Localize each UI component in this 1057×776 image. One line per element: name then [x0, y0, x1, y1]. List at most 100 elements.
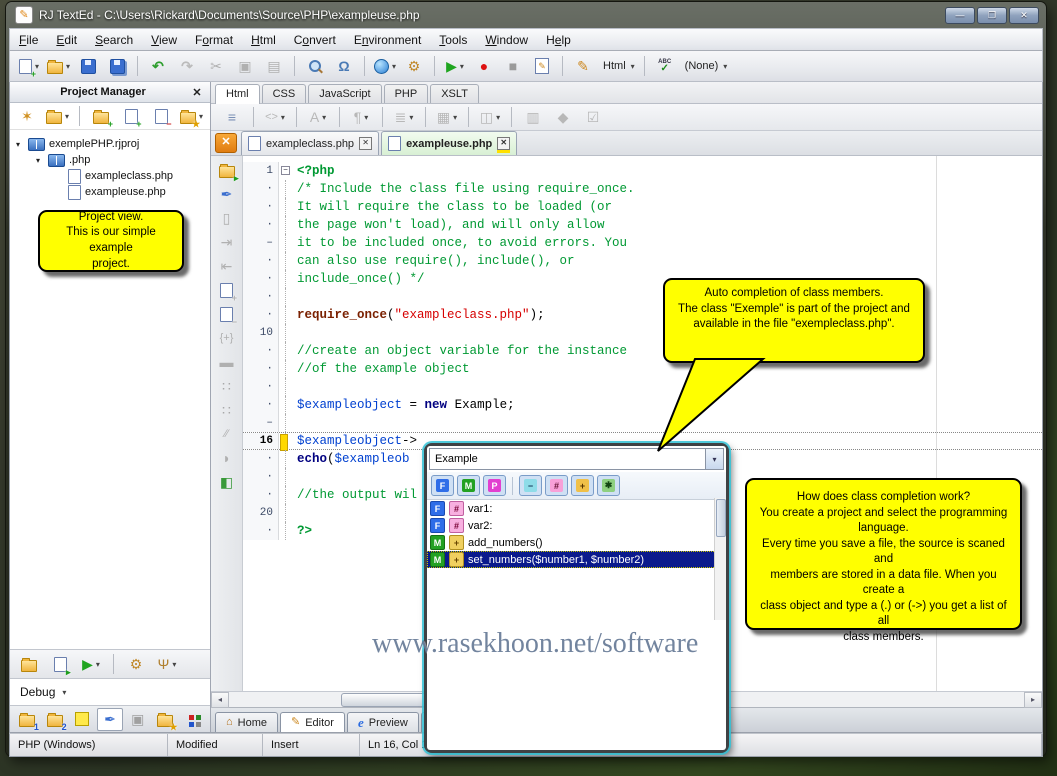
minimize-button[interactable]: —: [945, 6, 975, 24]
undo-button[interactable]: ↶: [145, 55, 171, 77]
fold-collapse-icon[interactable]: −: [281, 166, 290, 175]
close-document-button[interactable]: ✕: [215, 133, 237, 153]
maximize-button[interactable]: ❐: [977, 6, 1007, 24]
insert-table-button[interactable]: ◫ ▾: [477, 106, 503, 128]
panel-templates-button[interactable]: ★: [153, 708, 179, 731]
filter-protected-button[interactable]: #: [545, 475, 568, 496]
add-folder-button[interactable]: +: [88, 105, 114, 128]
edit-document-button[interactable]: ✎: [529, 55, 555, 77]
member-item[interactable]: M + add_numbers(): [427, 534, 726, 551]
open-project-button[interactable]: ▾: [44, 105, 71, 127]
spellcheck-button[interactable]: ABC ✓: [652, 55, 678, 77]
tree-item-exampleuse-php[interactable]: exampleuse.php: [12, 184, 208, 200]
menu-item-file[interactable]: File: [10, 31, 47, 49]
tab-preview[interactable]: e Preview: [346, 712, 419, 732]
tab-close-icon[interactable]: ✕: [359, 137, 373, 150]
member-item[interactable]: F # var2:: [427, 517, 726, 534]
debug-tool-button[interactable]: Ψ ▾: [154, 653, 180, 675]
debug-selector[interactable]: Debug ▾: [10, 678, 210, 705]
debug-run-button[interactable]: ▶ ▾: [78, 653, 104, 675]
lang-tab-html[interactable]: Html: [215, 84, 260, 104]
save-all-button[interactable]: [104, 55, 130, 77]
project-manager-close-icon[interactable]: ✕: [190, 86, 204, 99]
code-tags-button[interactable]: <> ▾: [262, 106, 288, 128]
doc-tab-exampleuse-php[interactable]: exampleuse.php ✕: [381, 131, 518, 155]
tab-home[interactable]: ⌂ Home: [215, 712, 278, 732]
add-file-button[interactable]: +: [118, 105, 144, 128]
structure-view-button[interactable]: ≡: [219, 106, 245, 128]
save-button[interactable]: [75, 55, 101, 77]
browser-preview-button[interactable]: ▾: [372, 55, 398, 77]
doc-blank-button[interactable]: ▯: [216, 208, 238, 228]
panel-clips-button[interactable]: ▣: [125, 708, 151, 731]
code-text[interactable]: <?php: [293, 164, 1042, 178]
menu-item-view[interactable]: View: [142, 31, 186, 49]
menu-item-edit[interactable]: Edit: [47, 31, 86, 49]
insert-widget-button[interactable]: ▦ ▾: [434, 106, 460, 128]
member-item[interactable]: F # var1:: [427, 500, 726, 517]
tree-item-exampleclass-php[interactable]: exampleclass.php: [12, 168, 208, 184]
debug-settings-button[interactable]: ⚙: [123, 653, 149, 675]
menu-item-environment[interactable]: Environment: [345, 31, 430, 49]
popup-scrollbar[interactable]: [714, 498, 726, 620]
scroll-left-icon[interactable]: ◂: [211, 692, 229, 708]
doc-tab-exampleclass-php[interactable]: exampleclass.php ✕: [241, 131, 380, 155]
outdent-button[interactable]: ⇤: [216, 256, 238, 276]
copy-button[interactable]: ▣: [232, 55, 258, 77]
member-item[interactable]: M + set_numbers($number1, $number2): [427, 551, 726, 568]
code-text[interactable]: the page won't load), and will only allo…: [293, 218, 1042, 232]
font-style-button[interactable]: A ▾: [305, 106, 331, 128]
toggle-side-panel-button[interactable]: ◧: [216, 472, 238, 492]
code-snippet-button[interactable]: {+}: [216, 328, 238, 348]
columns-button[interactable]: ▥: [520, 106, 546, 128]
tree-expander-icon[interactable]: ▾: [36, 156, 44, 165]
redo-button[interactable]: ↷: [174, 55, 200, 77]
tree-expander-icon[interactable]: ▾: [16, 140, 24, 149]
filter-properties-button[interactable]: P: [483, 475, 506, 496]
filter-methods-button[interactable]: M: [457, 475, 480, 496]
code-text[interactable]: it to be included once, to avoid errors.…: [293, 236, 1042, 250]
project-templates-button[interactable]: ★ ▾: [178, 105, 205, 128]
filter-public-button[interactable]: +: [571, 475, 594, 496]
settings-gear-button[interactable]: ⚙: [401, 55, 427, 77]
filter-all-button[interactable]: ✱: [597, 475, 620, 496]
doc-add-button[interactable]: +: [216, 280, 238, 302]
lang-tab-php[interactable]: PHP: [383, 84, 429, 103]
code-text[interactable]: can also use require(), include(), or: [293, 254, 1042, 268]
close-button[interactable]: ✕: [1009, 6, 1039, 24]
highlight-brush-button[interactable]: ✒: [216, 184, 238, 204]
lang-tab-javascript[interactable]: JavaScript: [308, 84, 382, 103]
blob-tool-button[interactable]: ◗: [216, 448, 238, 468]
lang-tab-css[interactable]: CSS: [261, 84, 307, 103]
code-text[interactable]: /* Include the class file using require_…: [293, 182, 1042, 196]
filter-private-button[interactable]: −: [519, 475, 542, 496]
code-text[interactable]: It will require the class to be loaded (…: [293, 200, 1042, 214]
squares-a-button[interactable]: ∷: [216, 376, 238, 396]
export-folder-button[interactable]: ▸: [216, 160, 239, 182]
stop-button[interactable]: ■: [500, 55, 526, 77]
lang-tab-xslt[interactable]: XSLT: [430, 84, 479, 103]
open-file-button[interactable]: ▾: [45, 55, 72, 77]
menu-item-search[interactable]: Search: [86, 31, 142, 49]
indent-button[interactable]: ⇥: [216, 232, 238, 252]
paragraph-format-button[interactable]: ¶ ▾: [348, 106, 374, 128]
doc-remove-button[interactable]: −: [216, 304, 238, 326]
menu-item-format[interactable]: Format: [186, 31, 242, 49]
tab-editor[interactable]: ✎ Editor: [280, 712, 345, 732]
search-button[interactable]: [302, 55, 328, 77]
debug-source-folder-button[interactable]: [16, 653, 42, 675]
menu-item-html[interactable]: Html: [242, 31, 285, 49]
menu-item-help[interactable]: Help: [537, 31, 580, 49]
filter-fields-button[interactable]: F: [431, 475, 454, 496]
panel-explorer-button[interactable]: [180, 708, 206, 731]
spellcheck-select-button[interactable]: (None) ▾: [681, 55, 730, 77]
record-macro-button[interactable]: ●: [471, 55, 497, 77]
scroll-right-icon[interactable]: ▸: [1024, 692, 1042, 708]
hatch-lines-button[interactable]: ∕∕: [216, 424, 238, 444]
menu-item-tools[interactable]: Tools: [430, 31, 476, 49]
list-format-button[interactable]: ≣ ▾: [391, 106, 417, 128]
syntax-select-button[interactable]: Html ▾: [599, 55, 637, 77]
run-button[interactable]: ▶ ▾: [442, 55, 468, 77]
paste-button[interactable]: ▤: [261, 55, 287, 77]
panel-notes-button[interactable]: [69, 708, 95, 731]
